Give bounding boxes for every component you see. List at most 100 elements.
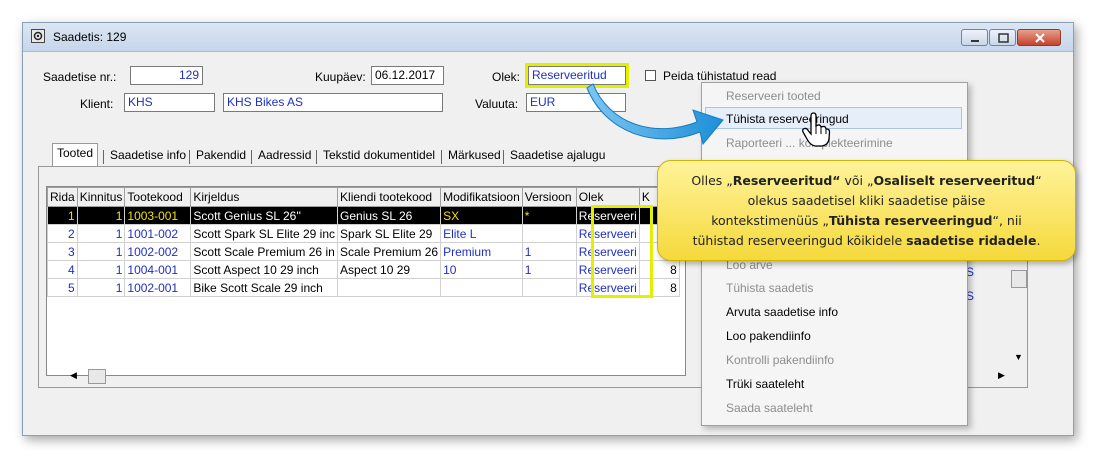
minimize-icon [971,40,979,42]
tab-separator [441,150,442,164]
col-header-rida[interactable]: Rida [47,187,78,207]
cell-kliendi-tootekood: Aspect 10 29 [337,260,442,279]
scroll-down-icon[interactable]: ▼ [1014,352,1023,362]
cell-rida: 1 [47,206,78,225]
cell-tootekood: 1002-002 [124,242,192,261]
col-header-kinnitus[interactable]: Kinnitus [76,187,126,207]
menu-item-print-waybill[interactable]: Trüki saateleht [726,377,804,391]
menu-item-check-package-info[interactable]: Kontrolli pakendiinfo [726,353,834,367]
close-button[interactable] [1017,29,1061,46]
callout-line-1: Olles „Reserveeritud“ või „Osaliselt res… [691,173,1042,188]
cell-versioon [521,278,577,297]
cell-tootekood: 1003-001 [124,206,192,225]
status-label: Olek: [492,70,521,84]
tab-separator [251,150,252,164]
table-row[interactable]: 2 1 1001-002 Scott Spark SL Elite 29 inc… [47,224,680,243]
tab-separator [103,150,104,164]
grid-header-row: Rida Kinnitus Tootekood Kirjeldus Kliend… [47,187,680,207]
col-header-tootekood[interactable]: Tootekood [124,187,192,207]
products-grid[interactable]: Rida Kinnitus Tootekood Kirjeldus Kliend… [46,186,686,376]
tab-markused[interactable]: Märkused [444,146,505,166]
status-column-highlight [591,205,653,298]
minimize-button[interactable] [961,29,988,46]
cell-versioon: 1 [521,242,577,261]
callout-line-2: olekus saadetisel kliki saadetise päise [747,193,986,208]
currency-label: Valuuta: [475,97,519,111]
tab-separator [503,150,504,164]
cell-tootekood: 1002-001 [124,278,192,297]
cell-rida: 4 [47,260,78,279]
col-header-kliendi-tootekood[interactable]: Kliendi tootekood [337,187,442,207]
menu-item-send-waybill[interactable]: Saada saateleht [726,401,813,415]
cell-versioon: 1 [521,260,577,279]
menu-item-create-package-info[interactable]: Loo pakendiinfo [726,329,811,343]
menu-item-reserve-products[interactable]: Reserveeri tooted [726,89,821,103]
date-field[interactable]: 06.12.2017 [371,66,444,85]
cell-tootekood: 1001-002 [124,224,192,243]
cell-tootekood: 1004-001 [124,260,192,279]
instruction-callout: Olles „Reserveeritud“ või „Osaliselt res… [657,160,1076,261]
table-row[interactable]: 1 1 1003-001 Scott Genius SL 26'' Genius… [47,206,680,225]
tab-tooted[interactable]: Tooted [52,143,99,167]
maximize-button[interactable] [989,29,1016,46]
cell-versioon [521,224,577,243]
cell-modifikatsioon: Elite L [440,224,523,243]
cell-kliendi-tootekood: Genius SL 26 [337,206,442,225]
cell-modifikatsioon [440,278,523,297]
shipment-number-field[interactable]: 129 [130,66,203,85]
close-icon [1035,33,1045,43]
horizontal-scrollbar-thumb[interactable] [88,369,106,384]
cell-kinnitus: 1 [76,260,126,279]
cell-kliendi-tootekood: Spark SL Elite 29 [337,224,442,243]
cell-kirjeldus: Scott Spark SL Elite 29 inc [190,224,339,243]
vertical-scrollbar-thumb[interactable] [1011,270,1027,288]
col-header-modifikatsioon[interactable]: Modifikatsioon [440,187,523,207]
client-name-field[interactable]: KHS Bikes AS [223,93,443,112]
callout-line-4: tühistad reserveeringud kõikidele saadet… [692,233,1041,248]
col-header-kirjeldus[interactable]: Kirjeldus [190,187,339,207]
window-title: Saadetis: 129 [53,30,127,44]
client-code-field[interactable]: KHS [124,93,215,112]
cell-kliendi-tootekood: Scale Premium 26 [337,242,442,261]
cell-kinnitus: 1 [76,224,126,243]
cell-kirjeldus: Scott Scale Premium 26 in [190,242,339,261]
date-label: Kuupäev: [315,70,366,84]
cell-rida: 5 [47,278,78,297]
tab-tekstid[interactable]: Tekstid dokumentidel [319,146,439,166]
cell-kliendi-tootekood [337,278,442,297]
cell-kirjeldus: Bike Scott Scale 29 inch [190,278,339,297]
cell-kinnitus: 1 [76,242,126,261]
cell-rida: 2 [47,224,78,243]
pointer-arrow-icon [586,83,724,146]
scroll-left-icon[interactable]: ◀ [70,370,77,381]
tab-saadetise-info[interactable]: Saadetise info [106,146,190,166]
table-row[interactable]: 4 1 1004-001 Scott Aspect 10 29 inch Asp… [47,260,680,279]
title-bar: Saadetis: 129 [23,23,1073,52]
callout-line-3: kontekstimenüüs „Tühista reserveeringud“… [711,213,1022,228]
cell-modifikatsioon: Premium [440,242,523,261]
cell-modifikatsioon: 10 [440,260,523,279]
cell-versioon: * [521,206,577,225]
table-row[interactable]: 5 1 1002-001 Bike Scott Scale 29 inch Re… [47,278,680,297]
cell-kirjeldus: Scott Genius SL 26'' [190,206,339,225]
cell-kirjeldus: Scott Aspect 10 29 inch [190,260,339,279]
col-header-versioon[interactable]: Versioon [521,187,577,207]
shipment-number-label: Saadetise nr.: [43,70,117,84]
cell-modifikatsioon: SX [440,206,523,225]
cell-kinnitus: 1 [76,278,126,297]
scroll-right-icon[interactable]: ▶ [998,370,1005,381]
tab-pakendid[interactable]: Pakendid [192,146,250,166]
tab-separator [189,150,190,164]
menu-item-cancel-shipment[interactable]: Tühista saadetis [726,281,813,295]
cell-rida: 3 [47,242,78,261]
callout-text: Olles „Reserveeritud“ või „Osaliselt res… [658,171,1075,251]
table-row[interactable]: 3 1 1002-002 Scott Scale Premium 26 in S… [47,242,680,261]
tab-aadressid[interactable]: Aadressid [254,146,315,166]
menu-item-calc-shipment-info[interactable]: Arvuta saadetise info [726,305,838,319]
products-table: Rida Kinnitus Tootekood Kirjeldus Kliend… [47,187,680,297]
tab-separator [316,150,317,164]
col-header-olek[interactable]: Olek [575,187,640,207]
app-gear-icon [31,29,45,43]
maximize-icon [998,33,1009,43]
hand-cursor-icon [802,112,831,147]
